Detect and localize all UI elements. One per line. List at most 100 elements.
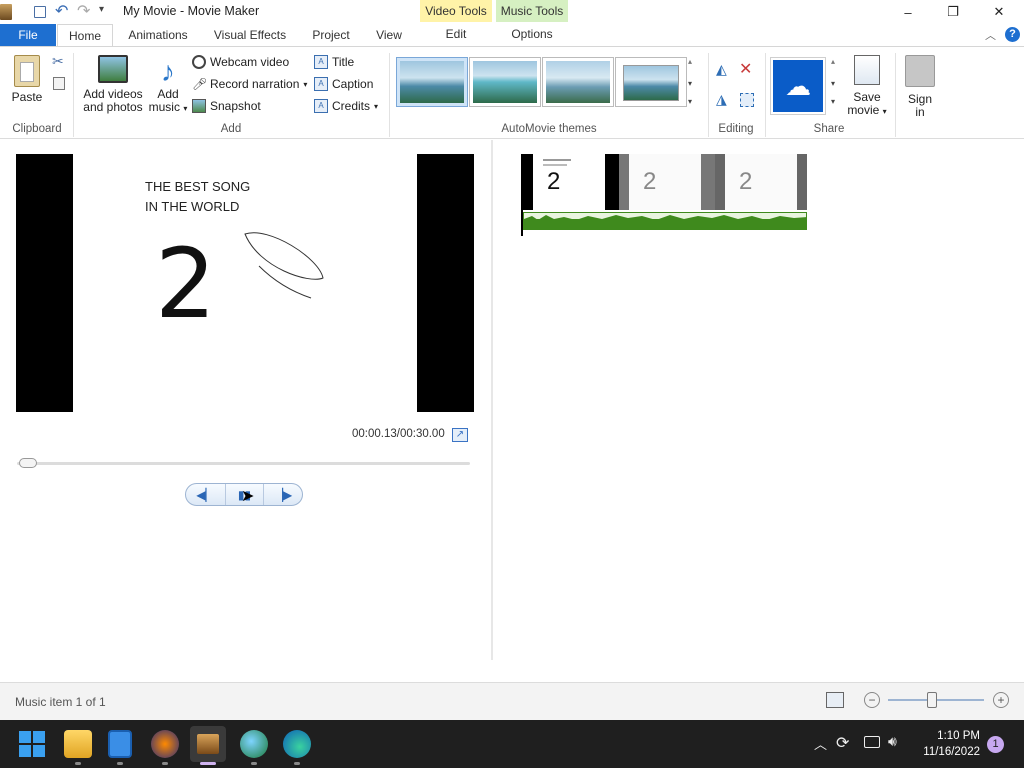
theme-thumbnail bbox=[473, 61, 537, 103]
microphone-icon: 🎤︎ bbox=[192, 77, 208, 91]
tab-view[interactable]: View bbox=[366, 24, 412, 47]
title-label: Title bbox=[332, 55, 355, 69]
cut-icon[interactable]: ✂ bbox=[52, 53, 64, 70]
dropdown-arrow-icon: ▾ bbox=[183, 104, 188, 113]
share-scroll-up-icon[interactable]: ▴ bbox=[831, 57, 835, 66]
copy-icon[interactable] bbox=[53, 77, 65, 90]
add-videos-photos-button[interactable]: Add videos and photos bbox=[80, 55, 146, 114]
running-indicator bbox=[294, 762, 300, 765]
minimize-button[interactable]: – bbox=[885, 0, 931, 24]
notepad-icon[interactable] bbox=[108, 730, 132, 758]
rotate-left-icon[interactable]: ◭ bbox=[716, 61, 727, 78]
clip-thumbnail: 2 bbox=[619, 154, 715, 210]
app-icon[interactable] bbox=[0, 4, 12, 20]
previous-frame-button[interactable]: ◀▏ bbox=[186, 484, 226, 505]
redo-icon[interactable]: ↷ bbox=[77, 1, 90, 21]
edge-icon[interactable] bbox=[283, 730, 311, 758]
clip-thumbnail: 2 bbox=[523, 154, 619, 210]
maximize-button[interactable]: ❐ bbox=[930, 0, 976, 24]
themes-scroll-down-icon[interactable]: ▾ bbox=[688, 79, 692, 88]
running-indicator bbox=[251, 762, 257, 765]
title-icon: A bbox=[314, 55, 328, 69]
theme-contemporary[interactable] bbox=[469, 57, 541, 107]
collapse-ribbon-icon[interactable]: ︿ bbox=[985, 27, 996, 43]
select-all-icon[interactable] bbox=[740, 93, 754, 107]
customize-quick-access-icon[interactable]: ▾ bbox=[99, 4, 104, 15]
volume-icon[interactable]: 🔊︎ bbox=[888, 733, 897, 750]
share-scroll-down-icon[interactable]: ▾ bbox=[831, 79, 835, 88]
notification-badge[interactable]: 1 bbox=[987, 736, 1004, 753]
ribbon-tabs: File Home Animations Visual Effects Proj… bbox=[0, 24, 1024, 48]
video-tools-header: Video Tools bbox=[420, 0, 492, 22]
browser-icon[interactable] bbox=[240, 730, 268, 758]
webcam-video-button[interactable]: Webcam video bbox=[192, 52, 289, 72]
save-movie-button[interactable]: Save movie ▾ bbox=[844, 55, 890, 118]
movie-maker-icon[interactable] bbox=[190, 726, 226, 762]
fullscreen-icon[interactable]: ↗ bbox=[452, 428, 468, 442]
sign-in-button[interactable]: Sign in bbox=[902, 55, 938, 119]
start-icon[interactable] bbox=[19, 731, 45, 757]
seek-bar-thumb[interactable] bbox=[19, 458, 38, 468]
theme-thumbnail bbox=[546, 61, 610, 103]
dropdown-arrow-icon: ▾ bbox=[882, 107, 887, 116]
storyboard-clip[interactable]: 2 2 2 bbox=[521, 154, 809, 236]
separator bbox=[389, 53, 390, 137]
share-more-icon[interactable]: ▾ bbox=[831, 97, 835, 106]
file-explorer-icon[interactable] bbox=[64, 730, 92, 758]
clock[interactable]: 1:10 PM 11/16/2022 bbox=[916, 728, 980, 760]
theme-default[interactable] bbox=[396, 57, 468, 107]
tab-project[interactable]: Project bbox=[303, 24, 359, 47]
snapshot-button[interactable]: Snapshot bbox=[192, 96, 261, 116]
playhead[interactable] bbox=[521, 154, 523, 236]
undo-icon[interactable]: ↶ bbox=[55, 1, 68, 21]
theme-cinematic[interactable] bbox=[542, 57, 614, 107]
tab-file[interactable]: File bbox=[0, 24, 56, 47]
active-indicator bbox=[200, 762, 216, 765]
zoom-slider-thumb[interactable] bbox=[926, 692, 937, 708]
paste-button[interactable]: Paste bbox=[8, 55, 46, 104]
title-button[interactable]: A Title bbox=[314, 52, 354, 72]
tab-visual-effects[interactable]: Visual Effects bbox=[205, 24, 295, 47]
remove-icon[interactable]: ✕ bbox=[739, 59, 752, 79]
themes-more-icon[interactable]: ▾ bbox=[688, 97, 692, 106]
video-preview[interactable]: THE BEST SONG IN THE WORLD 2 bbox=[16, 154, 474, 412]
seek-bar[interactable] bbox=[17, 458, 470, 468]
leaf-drawing bbox=[244, 232, 324, 299]
status-bar: Music item 1 of 1 − + bbox=[0, 682, 1024, 720]
save-movie-icon bbox=[854, 55, 880, 85]
record-label: Record narration bbox=[210, 77, 300, 91]
thumbnail-size-icon[interactable] bbox=[826, 692, 844, 708]
zoom-in-icon[interactable]: + bbox=[993, 692, 1009, 708]
audio-waveform[interactable] bbox=[523, 212, 807, 230]
media-app-icon[interactable] bbox=[151, 730, 179, 758]
sync-icon[interactable]: ⟳ bbox=[836, 733, 849, 753]
window-title: My Movie - Movie Maker bbox=[123, 4, 260, 18]
help-icon[interactable]: ? bbox=[1005, 27, 1020, 42]
tab-home[interactable]: Home bbox=[57, 24, 113, 48]
preview-text-line2: IN THE WORLD bbox=[145, 199, 240, 214]
next-frame-button[interactable]: ▕▶ bbox=[264, 484, 302, 505]
themes-scroll-up-icon[interactable]: ▴ bbox=[688, 57, 692, 66]
save-icon[interactable] bbox=[34, 6, 46, 18]
paste-icon bbox=[14, 55, 40, 87]
credits-button[interactable]: A Credits ▾ bbox=[314, 96, 378, 116]
onedrive-share-button[interactable]: ☁ bbox=[770, 57, 826, 115]
zoom-slider[interactable] bbox=[888, 692, 984, 708]
rotate-right-icon[interactable]: ◮ bbox=[716, 91, 727, 108]
close-button[interactable]: ✕ bbox=[976, 0, 1022, 24]
show-hidden-icons-icon[interactable]: ︿ bbox=[814, 734, 827, 753]
credits-icon: A bbox=[314, 99, 328, 113]
zoom-out-icon[interactable]: − bbox=[864, 692, 880, 708]
add-music-button[interactable]: ♪ Add music ▾ bbox=[148, 55, 188, 115]
caption-button[interactable]: A Caption bbox=[314, 74, 373, 94]
tab-animations[interactable]: Animations bbox=[118, 24, 198, 47]
webcam-icon bbox=[192, 55, 206, 69]
caption-icon: A bbox=[314, 77, 328, 91]
theme-fade[interactable] bbox=[615, 57, 687, 107]
network-icon[interactable] bbox=[864, 736, 880, 748]
webcam-label: Webcam video bbox=[210, 55, 290, 69]
record-narration-button[interactable]: 🎤︎ Record narration ▾ bbox=[192, 74, 307, 94]
clock-time: 1:10 PM bbox=[937, 730, 980, 742]
pane-divider[interactable] bbox=[491, 140, 493, 660]
taskbar: ︿ ⟳ 🔊︎ 1:10 PM 11/16/2022 1 bbox=[0, 720, 1024, 768]
